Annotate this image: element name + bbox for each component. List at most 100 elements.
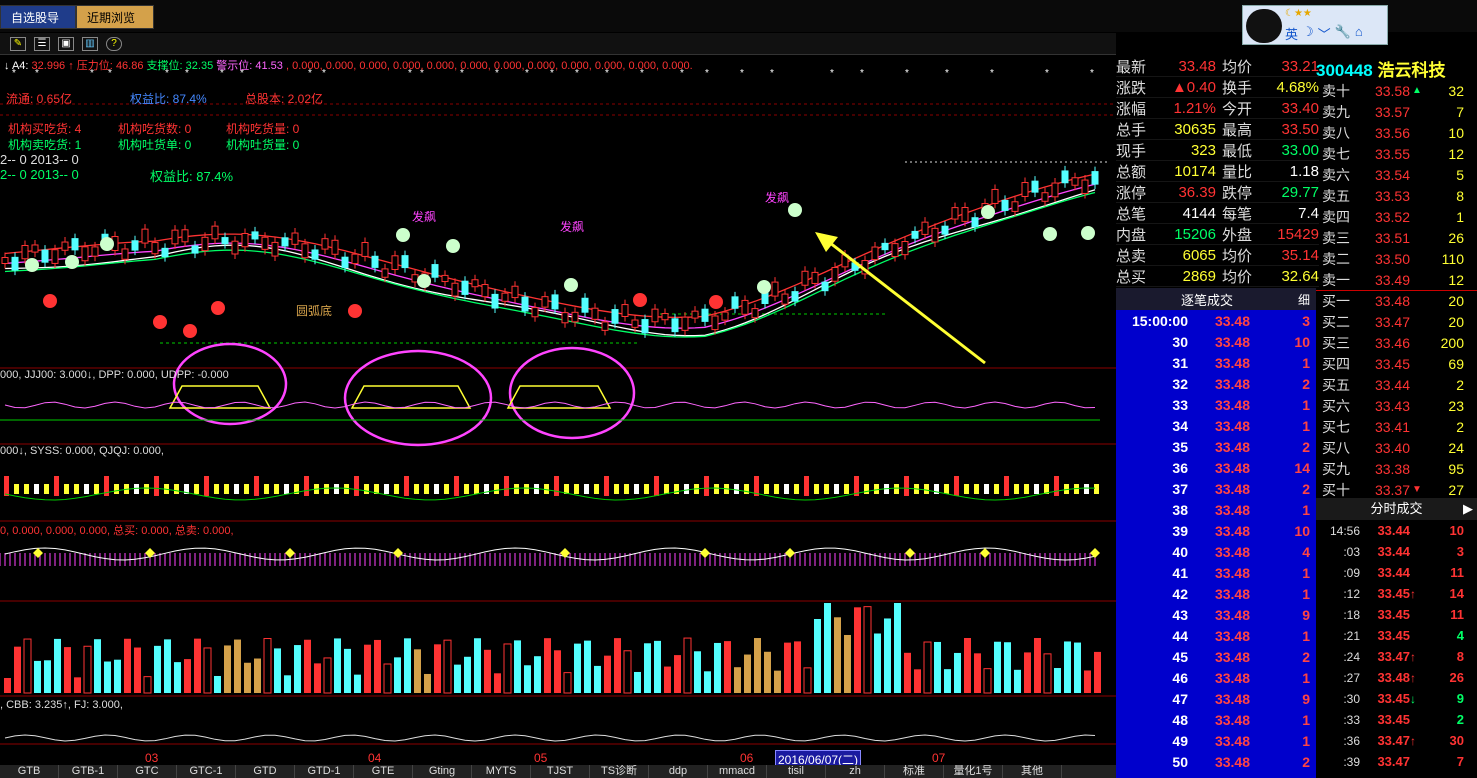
trade-row[interactable]: 44 33.48 1: [1116, 625, 1316, 646]
indicator-tab[interactable]: TS诊断: [590, 765, 649, 778]
chart-icon[interactable]: ▥: [82, 36, 98, 51]
indicator-tab[interactable]: GTC: [118, 765, 177, 778]
trade-row[interactable]: 41 33.48 1: [1116, 562, 1316, 583]
indicator-tab[interactable]: 标准: [885, 765, 944, 778]
indicator-tab[interactable]: GTB-1: [59, 765, 118, 778]
qq-arrow-icon[interactable]: ﹀: [1318, 24, 1331, 43]
tick-row[interactable]: :33 33.45 2: [1316, 709, 1477, 730]
trade-row[interactable]: 49 33.48 1: [1116, 730, 1316, 751]
tick-row[interactable]: :24 33.47 ↑ 8: [1316, 646, 1477, 667]
qq-box-icon[interactable]: ⌂: [1355, 24, 1363, 43]
tick-row[interactable]: :39 33.47 7: [1316, 751, 1477, 772]
indicator-tab[interactable]: GTC-1: [177, 765, 236, 778]
qq-penguin-icon[interactable]: [1246, 9, 1282, 43]
kline-chart-area[interactable]: * * * * * * * * * * * * * * * * * * * * * * * * * * * * * * ↓ A4: 32.…: [0, 56, 1116, 778]
ask-row[interactable]: 卖二 33.50 110: [1316, 248, 1477, 269]
trade-row[interactable]: 15:00:00 33.48 3: [1116, 310, 1316, 331]
indicator-tab[interactable]: GTB: [0, 765, 59, 778]
trade-row[interactable]: 45 33.48 2: [1116, 646, 1316, 667]
trade-list-title[interactable]: 逐笔成交: [1116, 290, 1298, 309]
bid-row[interactable]: 买三 33.46 200: [1316, 332, 1477, 353]
indicator-tab[interactable]: mmacd: [708, 765, 767, 778]
trade-price: 33.48: [1214, 690, 1250, 707]
indicator-tab[interactable]: 其他: [1003, 765, 1062, 778]
qq-lang-button[interactable]: 英: [1285, 24, 1298, 43]
ask-row[interactable]: 卖十 33.58 ▲ 32: [1316, 80, 1477, 101]
indicator-tab[interactable]: zh: [826, 765, 885, 778]
tick-row[interactable]: :27 33.48 ↑ 26: [1316, 667, 1477, 688]
indicator-tab[interactable]: ddp: [649, 765, 708, 778]
ask-row[interactable]: 卖一 33.49 12: [1316, 269, 1477, 290]
qq-wrench-icon[interactable]: 🔧: [1335, 24, 1351, 43]
indicator-tab[interactable]: GTD: [236, 765, 295, 778]
indicator-tab[interactable]: tisil: [767, 765, 826, 778]
qq-widget[interactable]: ☾★★ 英 ☽ ﹀ 🔧 ⌂: [1242, 5, 1388, 45]
tick-title[interactable]: 分时成交: [1370, 501, 1422, 516]
chart-canvas[interactable]: * * * * * * * * * * * * * * * * * * * * * * * * * * * * * *: [0, 56, 1116, 766]
trade-row[interactable]: 39 33.48 10: [1116, 520, 1316, 541]
tick-row[interactable]: :09 33.44 11: [1316, 562, 1477, 583]
trade-row[interactable]: 35 33.48 2: [1116, 436, 1316, 457]
tick-row[interactable]: 14:56 33.44 10: [1316, 520, 1477, 541]
trade-row[interactable]: 36 33.48 14: [1116, 457, 1316, 478]
tick-row[interactable]: :18 33.45 11: [1316, 604, 1477, 625]
wand-icon[interactable]: ✎: [10, 36, 26, 51]
info-icon[interactable]: ▣: [58, 36, 74, 51]
trade-list[interactable]: 15:00:00 33.48 3 30 33.48 10 31 33.48 1 32 33.48 2 3…: [1116, 310, 1316, 778]
trade-row[interactable]: 30 33.48 10: [1116, 331, 1316, 352]
bid-row[interactable]: 买九 33.38 95: [1316, 458, 1477, 479]
bid-row[interactable]: 买六 33.43 23: [1316, 395, 1477, 416]
trade-detail-button[interactable]: 细: [1298, 291, 1316, 308]
tick-row[interactable]: :36 33.47 ↑ 30: [1316, 730, 1477, 751]
tick-volume: 2: [1456, 712, 1464, 727]
tick-row[interactable]: :21 33.45 4: [1316, 625, 1477, 646]
ask-row[interactable]: 卖四 33.52 1: [1316, 206, 1477, 227]
qq-toolbar: 英 ☽ ﹀ 🔧 ⌂: [1285, 24, 1363, 43]
list-icon[interactable]: ☰: [34, 36, 50, 51]
indicator-tab[interactable]: GTE: [354, 765, 413, 778]
tab-import-watchlist[interactable]: 自选股导入: [0, 5, 76, 49]
bid-row[interactable]: 买十 33.37 ▼ 27: [1316, 479, 1477, 500]
bid-row[interactable]: 买二 33.47 20: [1316, 311, 1477, 332]
bid-row[interactable]: 买七 33.41 2: [1316, 416, 1477, 437]
trade-row[interactable]: 34 33.48 1: [1116, 415, 1316, 436]
indicator-tab[interactable]: Gting: [413, 765, 472, 778]
panel2-bar: [14, 484, 19, 494]
tick-row[interactable]: :03 33.44 3: [1316, 541, 1477, 562]
trade-row[interactable]: 42 33.48 1: [1116, 583, 1316, 604]
bid-row[interactable]: 买一 33.48 20: [1316, 290, 1477, 311]
trade-time: 46: [1172, 669, 1188, 686]
help-icon[interactable]: ?: [106, 36, 122, 51]
ask-row[interactable]: 卖三 33.51 26: [1316, 227, 1477, 248]
ask-row[interactable]: 卖九 33.57 7: [1316, 101, 1477, 122]
trade-row[interactable]: 37 33.48 2: [1116, 478, 1316, 499]
indicator-tab[interactable]: GTD-1: [295, 765, 354, 778]
ask-row[interactable]: 卖六 33.54 5: [1316, 164, 1477, 185]
tick-row[interactable]: :12 33.45 ↑ 14: [1316, 583, 1477, 604]
bid-row[interactable]: 买八 33.40 24: [1316, 437, 1477, 458]
trade-row[interactable]: 50 33.48 2: [1116, 751, 1316, 772]
ask-row[interactable]: 卖五 33.53 8: [1316, 185, 1477, 206]
trade-row[interactable]: 32 33.48 2: [1116, 373, 1316, 394]
trade-row[interactable]: 38 33.48 1: [1116, 499, 1316, 520]
indicator-tab[interactable]: TJST: [531, 765, 590, 778]
trade-row[interactable]: 31 33.48 1: [1116, 352, 1316, 373]
trade-row[interactable]: 47 33.48 9: [1116, 688, 1316, 709]
qq-moon-icon[interactable]: ☽: [1302, 24, 1314, 43]
tick-row[interactable]: :30 33.45 ↓ 9: [1316, 688, 1477, 709]
ask-row[interactable]: 卖八 33.56 10: [1316, 122, 1477, 143]
annotation-fabiao-3: 发飙: [765, 191, 790, 205]
tab-recent-browse[interactable]: 近期浏览: [76, 5, 154, 29]
indicator-tab[interactable]: MYTS: [472, 765, 531, 778]
indicator-tab[interactable]: 量化1号: [944, 765, 1003, 778]
trade-row[interactable]: 40 33.48 4: [1116, 541, 1316, 562]
tick-list[interactable]: 14:56 33.44 10:03 33.44 3:09 33.44 11:12 33.45 ↑…: [1316, 520, 1477, 772]
expand-arrow-icon[interactable]: ▶: [1463, 498, 1473, 520]
trade-row[interactable]: 48 33.48 1: [1116, 709, 1316, 730]
ask-row[interactable]: 卖七 33.55 12: [1316, 143, 1477, 164]
bid-row[interactable]: 买五 33.44 2: [1316, 374, 1477, 395]
bid-row[interactable]: 买四 33.45 69: [1316, 353, 1477, 374]
trade-row[interactable]: 46 33.48 1: [1116, 667, 1316, 688]
trade-row[interactable]: 43 33.48 9: [1116, 604, 1316, 625]
trade-row[interactable]: 33 33.48 1: [1116, 394, 1316, 415]
